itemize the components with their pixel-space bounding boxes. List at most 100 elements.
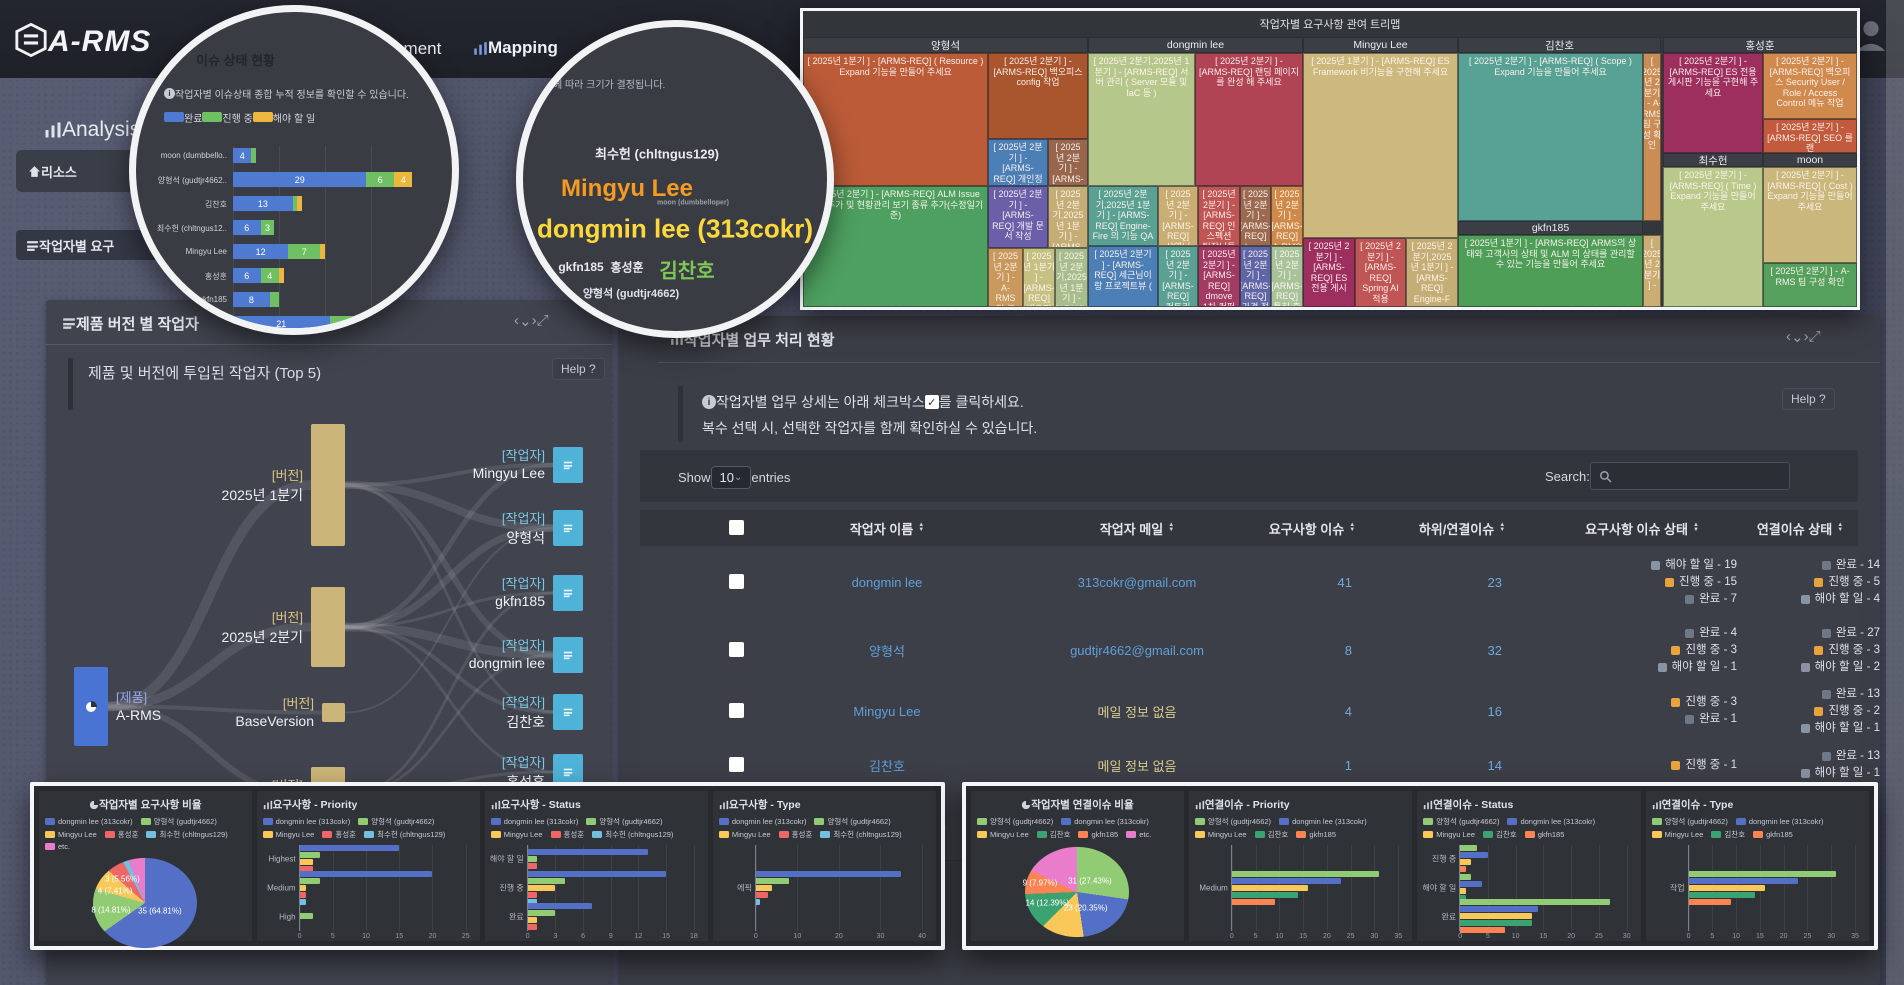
column-header[interactable]: 하위/연결이슈▲▼: [1397, 519, 1527, 537]
bar-segment: 29: [233, 172, 366, 187]
treemap-cell[interactable]: [ 2025년 2분기 ] - [ARMS-REQ] Spring AI 적용: [1355, 238, 1406, 307]
treemap-cell[interactable]: [ 2025년 2분기 ] - [ARMS-REQ] 세근님이랑 프로젝트뷰 (: [1088, 246, 1158, 307]
column-header[interactable]: 작업자 메일▲▼: [1027, 519, 1247, 537]
treemap-cell[interactable]: [ 2025년 2분기 ] - [ARMS-REQ] ( Cost ) Expa…: [1763, 167, 1857, 263]
treemap-cell[interactable]: [ 2025년 2분기 ] - [ARMS-REQ] 랜딩 페이지를 완성 해 …: [1195, 53, 1303, 186]
gridline: [1571, 845, 1572, 931]
treemap-cell[interactable]: [ 2025년 2분기 ] - A-RMS 팀 구성 확인: [1763, 263, 1857, 307]
sort-icon[interactable]: ▲▼: [918, 523, 924, 533]
treemap-cell[interactable]: [ 2025년 2분기 ] - A-RMS 팀 구성 확인: [1643, 53, 1661, 221]
gridline: [333, 845, 334, 931]
treemap-cell[interactable]: [ 2025년 2분기 ] - A-RMS 팀 구성 확인: [988, 248, 1023, 307]
treemap-cell[interactable]: [ 2025년 2분기,2025년 1분기 ] - [ARMS-REQ] 데이: [1055, 248, 1088, 307]
product-tag: [제품]: [116, 690, 147, 705]
legend-item: gkfn185: [1296, 829, 1336, 840]
treemap-cell[interactable]: [ 2025년 1분기 ] - [ARMS-REQ] ES Framework …: [1303, 53, 1458, 238]
legend-label: dongmin lee (313cokr): [1292, 817, 1367, 826]
treemap-cell[interactable]: [ 2025년 2분기 ] - [ARMS-REQ] ( Time ) Expa…: [1663, 167, 1763, 307]
treemap-cell[interactable]: [ 2025년 2분기 ] - [ARMS-REQ] 개발 문서 작성: [988, 186, 1048, 248]
treemap-cell[interactable]: [ 2025년 2분기 ] - [ARMS-REQ] 백오피스 System 작: [1048, 139, 1088, 186]
row-checkbox[interactable]: [729, 757, 744, 772]
treemap-cell[interactable]: [ 2025년 2분기,2025년 1분기 ] - [ARMS-REQ] 서버 …: [1088, 53, 1195, 186]
treemap-cell[interactable]: [ 2025년 2분기 ] - [ARMS-REQ] A-RMS 와 A-DOC…: [1271, 186, 1303, 246]
legend-label: dongmin lee (313cokr): [1520, 817, 1595, 826]
select-all-checkbox[interactable]: [729, 520, 744, 535]
treemap-cell[interactable]: [ 2025년 2분기 ] -: [1643, 235, 1661, 307]
legend-label: 양형석 (gudtjr4662): [1665, 816, 1728, 827]
gridline: [1784, 845, 1785, 931]
row-checkbox[interactable]: [729, 574, 744, 589]
expand-icon[interactable]: ⤢: [1809, 328, 1821, 348]
treemap-cell[interactable]: [ 2025년 2분기 ] - [ARMS-REQ] dmove 2차: [1240, 186, 1271, 246]
column-header[interactable]: 작업자 이름▲▼: [797, 519, 977, 537]
treemap-cell[interactable]: [ 2025년 2분기 ] - [ARMS-REQ] 백오피스 Security…: [1763, 53, 1857, 119]
treemap-cell[interactable]: [ 2025년 1분기 ] - [ARMS-REQ] ARMS의 상태와 고객사…: [1458, 235, 1643, 307]
page-size-select[interactable]: 10⌄: [711, 466, 752, 489]
bar-value: 4: [267, 271, 272, 281]
linked-issue-count: 32: [1488, 643, 1502, 658]
treemap-cell-label: [ 2025년 2분기 ] -: [1643, 238, 1661, 291]
gridline: [1351, 845, 1352, 931]
column-header[interactable]: 요구사항 이슈▲▼: [1247, 519, 1377, 537]
axis-tick: 25: [1804, 933, 1812, 940]
scrollbar-strip[interactable]: [1886, 0, 1904, 985]
bar-segment: [251, 148, 256, 163]
worker-name-cell[interactable]: dongmin lee: [787, 546, 987, 618]
treemap-group-header: 홍성훈: [1663, 37, 1857, 53]
bar: [528, 871, 666, 877]
bar: [1232, 885, 1308, 891]
bar: [1232, 878, 1341, 884]
bar: [300, 845, 400, 851]
expand-icon[interactable]: ⤢: [537, 312, 549, 332]
sort-icon[interactable]: ▲▼: [1349, 523, 1355, 533]
collapse-icon[interactable]: ⌄: [1791, 328, 1804, 348]
treemap-cell-label: [ 2025년 2분기,2025년 1분기 ] - [ARMS-REQ] 데이: [1056, 251, 1088, 307]
treemap-cell[interactable]: [ 2025년 2분기 ] - [ARMS-REQ] 특허 출원: [1271, 246, 1303, 307]
treemap-cell[interactable]: [ 2025년 2분기,2025년 1분기 ] - [ARMS-REQ] Eng…: [1406, 238, 1458, 307]
worker-name-cell[interactable]: Mingyu Lee: [787, 682, 987, 740]
treemap-cell-label: [ 2025년 2분기 ] - [ARMS-REQ] 인스펙션 팀장님들께 시연: [1202, 189, 1236, 246]
info-text: 를 클릭하세요.: [939, 392, 1024, 412]
bar-plot: 0510152025HighestMediumHigh: [299, 845, 466, 931]
row-checkbox[interactable]: [729, 642, 744, 657]
panel-subtitle: 제품 및 버전에 투입된 작업자 (Top 5): [88, 365, 321, 382]
search-input[interactable]: [1590, 462, 1790, 490]
treemap-cell[interactable]: [ 2025년 2분기 ] - [ARMS-REQ] dmove 1차 컨퍼런스…: [1198, 246, 1240, 307]
row-checkbox[interactable]: [729, 703, 744, 718]
treemap-cell[interactable]: [ 2025년 2분기 ] - [ARMS-REQ] 인스펙션 팀장님들께 시연: [1198, 186, 1240, 246]
treemap-cell[interactable]: [ 2025년 1분기 ] - [ARMS-REQ] 백오피스 Security: [1023, 248, 1055, 307]
sort-icon[interactable]: ▲▼: [1168, 523, 1174, 533]
bar: [1460, 859, 1471, 865]
status-line: 해야 할 일 - 1: [1720, 720, 1880, 737]
treemap-cell[interactable]: [ 2025년 2분기 ] - [ARMS-REQ] 가격 정책 업데이트: [1240, 246, 1271, 307]
sort-icon[interactable]: ▲▼: [1837, 523, 1843, 533]
sort-icon[interactable]: ▲▼: [1693, 523, 1699, 533]
sort-icon[interactable]: ▲▼: [1499, 523, 1505, 533]
treemap-cell[interactable]: [ 2025년 2분기 ] - [ARMS-REQ] ( Scope ) Exp…: [1458, 53, 1643, 221]
treemap-cell[interactable]: [ 2025년 2분기 ] - [ARMS-REQ] 백오피스 config 작…: [988, 53, 1088, 139]
column-header[interactable]: 요구사항 이슈 상태▲▼: [1547, 519, 1737, 537]
column-header[interactable]: 연결이슈 상태▲▼: [1720, 519, 1880, 537]
treemap-cell[interactable]: [ 2025년 2분기,2025년 1분기 ] - [ARMS-REQ] Eng…: [1088, 186, 1158, 246]
worker-name: Mingyu Lee: [853, 704, 920, 719]
legend-label: 최수헌 (chltngus129): [605, 829, 673, 840]
treemap-cell[interactable]: [ 2025년 2분기 ] - [ARMS-REQ] 개인정보처리방침 페이지: [988, 139, 1048, 186]
bar: [1460, 927, 1504, 933]
bar: [1460, 866, 1466, 872]
treemap-cell[interactable]: [ 2025년 2분기 ] - [ARMS-REQ] ES 전용 게시: [1303, 238, 1355, 307]
collapse-icon[interactable]: ⌄: [519, 312, 532, 332]
treemap-cell[interactable]: [ 2025년 2분기 ] - [ARMS-REQ] 상열님 설명: [1158, 186, 1198, 246]
version-label: [버전]2025년 2분기: [151, 607, 303, 647]
treemap-cell[interactable]: [ 2025년 2분기,2025년 1분기 ] - [ARMS-REQ] Eng…: [1048, 186, 1088, 248]
treemap-cell[interactable]: [ 2025년 2분기 ] - [ARMS-REQ] SEO 를 랜: [1763, 119, 1857, 153]
gridline: [1327, 845, 1328, 931]
treemap-cell-label: [ 2025년 2분기 ] - [ARMS-REQ] Spring AI 적용: [1359, 241, 1402, 304]
treemap-cell[interactable]: [ 2025년 2분기 ] - [ARMS-REQ] 컨트리뷰트 2025 Op…: [1158, 246, 1198, 307]
help-button[interactable]: Help ?: [1782, 388, 1835, 410]
help-button[interactable]: Help ?: [552, 358, 605, 380]
axis-tick: 30: [1827, 933, 1835, 940]
legend-item: 양형석 (gudtjr4662): [1423, 816, 1499, 827]
treemap-cell[interactable]: [ 2025년 2분기 ] - [ARMS-REQ] ES 전용 게시판 기능을…: [1663, 53, 1763, 153]
chart-legend: dongmin lee (313cokr)양형석 (gudtjr4662)Min…: [491, 816, 702, 840]
worker-name-cell[interactable]: 양형석: [787, 618, 987, 682]
